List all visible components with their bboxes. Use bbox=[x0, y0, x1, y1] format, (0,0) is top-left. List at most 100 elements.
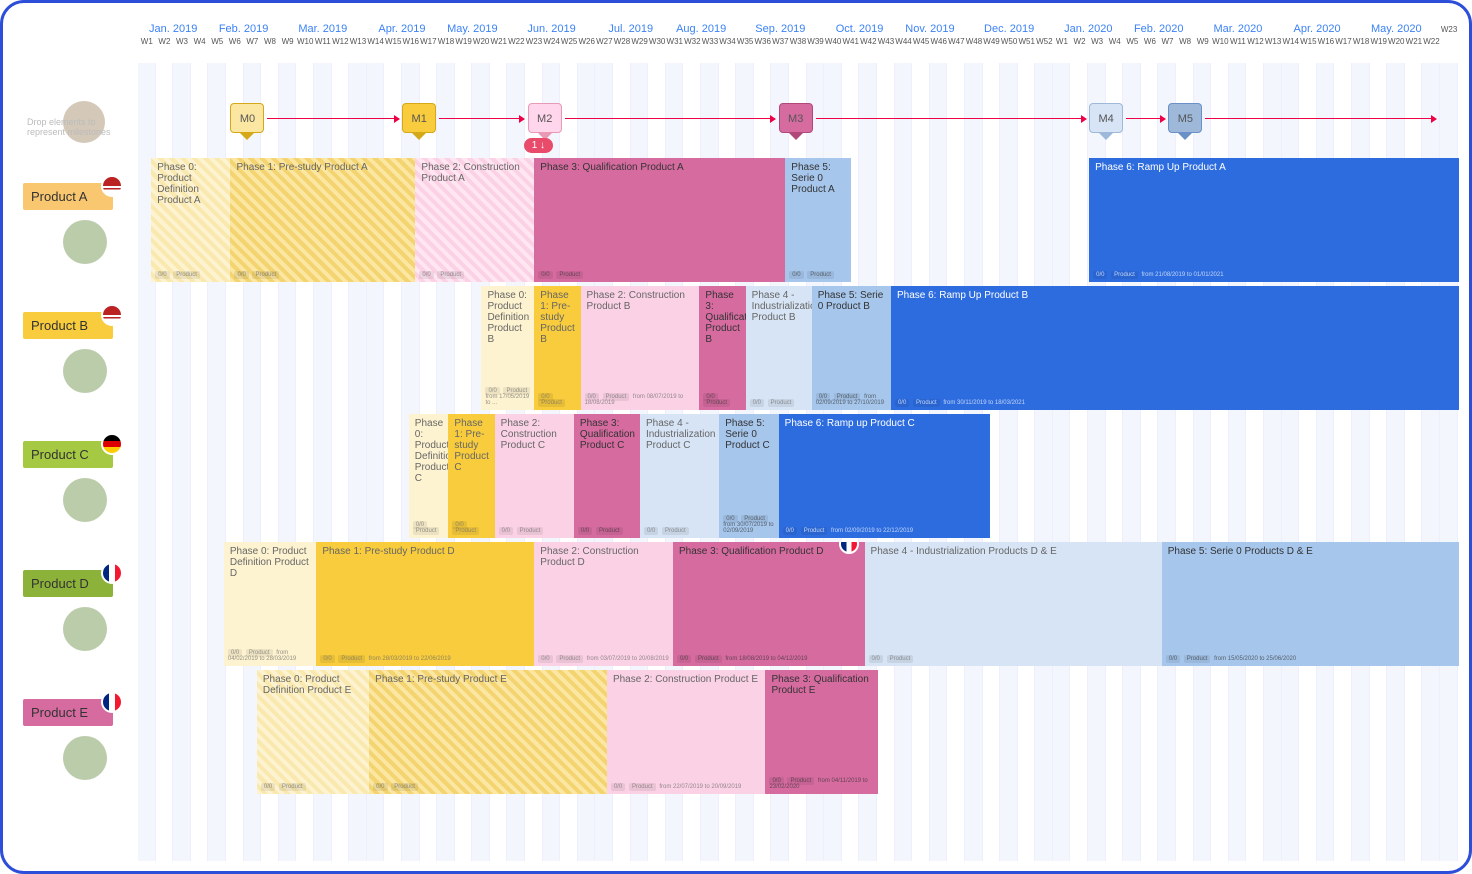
phase-block[interactable]: Phase 2: Construction Product D0/0 Produ… bbox=[534, 542, 673, 666]
owner-avatar[interactable] bbox=[63, 349, 107, 393]
week-label: W6 bbox=[1141, 37, 1159, 46]
phase-subline: 0/0 Product bbox=[419, 272, 466, 278]
owner-avatar[interactable] bbox=[63, 736, 107, 780]
phase-subline: 0/0 Product bbox=[413, 522, 449, 534]
phase-block[interactable]: Phase 1: Pre-study Product B0/0 Product bbox=[534, 286, 580, 410]
phase-block[interactable]: Phase 3: Qualification Product B0/0 Prod… bbox=[699, 286, 745, 410]
month-header[interactable]: Apr. 2019W14W15W16W17 bbox=[367, 23, 437, 68]
phase-block[interactable]: Phase 0: Product Definition Product C0/0… bbox=[409, 414, 449, 538]
month-header[interactable]: Apr. 2020W14W15W16W17 bbox=[1282, 23, 1352, 68]
phase-subline: 0/0 Product bbox=[703, 394, 745, 406]
phase-subline: 0/0 Product bbox=[869, 656, 916, 662]
phase-subline: 0/0 Product from 08/07/2019 to 18/08/201… bbox=[585, 394, 700, 406]
week-label: W36 bbox=[754, 37, 772, 46]
week-label: W20 bbox=[472, 37, 490, 46]
product-label-product-d[interactable]: Product D bbox=[23, 570, 113, 597]
phase-block[interactable]: Phase 1: Pre-study Product A0/0 Product bbox=[230, 158, 415, 282]
month-header[interactable]: Mar. 2019W9W10W11W12W13 bbox=[279, 23, 367, 68]
week-label: W21 bbox=[490, 37, 508, 46]
month-header[interactable]: Aug. 2019W31W32W33W34 bbox=[666, 23, 736, 68]
phase-block[interactable]: Phase 1: Pre-study Product D0/0 Product … bbox=[316, 542, 534, 666]
phase-block[interactable]: Phase 1: Pre-study Product E0/0 Product bbox=[369, 670, 607, 794]
milestone-m1[interactable]: M1 bbox=[402, 103, 436, 133]
week-label: W17 bbox=[1335, 37, 1353, 46]
month-header[interactable]: Sep. 2019W35W36W37W38W39 bbox=[736, 23, 824, 68]
week-label: W18 bbox=[1352, 37, 1370, 46]
month-header[interactable]: Feb. 2019W5W6W7W8 bbox=[208, 23, 278, 68]
phase-block[interactable]: Phase 6: Ramp up Product C0/0 Product fr… bbox=[779, 414, 990, 538]
milestone-m0[interactable]: M0 bbox=[230, 103, 264, 133]
week-label: W24 bbox=[543, 37, 561, 46]
phase-subline: 0/0 Product bbox=[373, 784, 420, 790]
phase-subline: 0/0 Product bbox=[578, 528, 625, 534]
week-label: W1 bbox=[138, 37, 156, 46]
month-header[interactable]: Jul. 2019W27W28W29W30 bbox=[596, 23, 666, 68]
sidebar: Drop elements to represent milestones Pr… bbox=[23, 93, 138, 828]
month-header[interactable]: Nov. 2019W44W45W46W47 bbox=[895, 23, 965, 68]
phase-block[interactable]: Phase 0: Product Definition Product D0/0… bbox=[224, 542, 316, 666]
phase-block[interactable]: Phase 3: Qualification Product A0/0 Prod… bbox=[534, 158, 785, 282]
month-header[interactable]: Jun. 2019W22W23W24W25W26 bbox=[508, 23, 596, 68]
phase-block[interactable]: Phase 0: Product Definition Product E0/0… bbox=[257, 670, 369, 794]
week-label: W25 bbox=[560, 37, 578, 46]
phase-block[interactable]: Phase 5: Serie 0 Products D & E0/0 Produ… bbox=[1162, 542, 1459, 666]
month-header[interactable]: Feb. 2020W5W6W7W8 bbox=[1124, 23, 1194, 68]
phase-block[interactable]: Phase 0: Product Definition Product A0/0… bbox=[151, 158, 230, 282]
owner-avatar[interactable] bbox=[63, 220, 107, 264]
phase-block[interactable]: Phase 4 - Industrialization Product C0/0… bbox=[640, 414, 719, 538]
swimlane-product-d: Phase 0: Product Definition Product D0/0… bbox=[138, 542, 1459, 670]
phase-block[interactable]: Phase 2: Construction Product E0/0 Produ… bbox=[607, 670, 766, 794]
gantt-app: Jan. 2019W1W2W3W4Feb. 2019W5W6W7W8Mar. 2… bbox=[0, 0, 1472, 874]
month-header[interactable]: Mar. 2020W9W10W11W12W13 bbox=[1194, 23, 1282, 68]
phase-block[interactable]: Phase 5: Serie 0 Product B0/0 Product fr… bbox=[812, 286, 891, 410]
month-header[interactable]: Dec. 2019W48W49W50W51W52 bbox=[965, 23, 1053, 68]
month-header[interactable]: W23 bbox=[1440, 23, 1458, 68]
week-label: W5 bbox=[208, 37, 226, 46]
phase-title: Phase 6: Ramp up Product C bbox=[785, 418, 984, 429]
phase-block[interactable]: Phase 3: Qualification Product D0/0 Prod… bbox=[673, 542, 865, 666]
phase-block[interactable]: Phase 1: Pre-study Product C0/0 Product bbox=[448, 414, 494, 538]
milestone-badge[interactable]: 1 ↓ bbox=[524, 138, 553, 153]
phase-block[interactable]: Phase 6: Ramp Up Product B0/0 Product fr… bbox=[891, 286, 1459, 410]
phase-title: Phase 3: Qualification Product C bbox=[580, 418, 634, 451]
month-header[interactable]: May. 2020W18W19W20W21W22 bbox=[1352, 23, 1440, 68]
week-label: W14 bbox=[367, 37, 385, 46]
phase-title: Phase 3: Qualification Product D bbox=[679, 546, 859, 557]
month-header[interactable]: Jan. 2019W1W2W3W4 bbox=[138, 23, 208, 68]
milestone-m3[interactable]: M3 bbox=[779, 103, 813, 133]
phase-block[interactable]: Phase 6: Ramp Up Product A0/0 Product fr… bbox=[1089, 158, 1459, 282]
phase-block[interactable]: Phase 2: Construction Product A0/0 Produ… bbox=[415, 158, 534, 282]
week-label: W35 bbox=[736, 37, 754, 46]
timeline-header: Jan. 2019W1W2W3W4Feb. 2019W5W6W7W8Mar. 2… bbox=[138, 23, 1459, 68]
month-header[interactable]: Oct. 2019W40W41W42W43 bbox=[824, 23, 894, 68]
month-header[interactable]: May. 2019W18W19W20W21 bbox=[437, 23, 507, 68]
milestone-m4[interactable]: M4 bbox=[1089, 103, 1123, 133]
owner-avatar[interactable] bbox=[63, 478, 107, 522]
phase-block[interactable]: Phase 5: Serie 0 Product C0/0 Product fr… bbox=[719, 414, 778, 538]
phase-block[interactable]: Phase 5: Serie 0 Product A0/0 Product bbox=[785, 158, 851, 282]
week-label: W12 bbox=[332, 37, 350, 46]
week-label: W23 bbox=[1440, 25, 1458, 34]
flag-icon bbox=[101, 433, 123, 455]
phase-title: Phase 1: Pre-study Product A bbox=[236, 162, 409, 173]
week-label: W18 bbox=[437, 37, 455, 46]
phase-block[interactable]: Phase 2: Construction Product C0/0 Produ… bbox=[495, 414, 574, 538]
phase-block[interactable]: Phase 4 - Industrialization Product B0/0… bbox=[746, 286, 812, 410]
week-label: W14 bbox=[1282, 37, 1300, 46]
phase-block[interactable]: Phase 3: Qualification Product E0/0 Prod… bbox=[765, 670, 877, 794]
month-header[interactable]: Jan. 2020W1W2W3W4 bbox=[1053, 23, 1123, 68]
phase-title: Phase 5: Serie 0 Product A bbox=[791, 162, 845, 195]
milestone-m2[interactable]: M2 bbox=[528, 103, 562, 133]
product-label-product-a[interactable]: Product A bbox=[23, 183, 113, 210]
phase-subline: 0/0 Product bbox=[538, 272, 585, 278]
phase-block[interactable]: Phase 3: Qualification Product C 0/0 Prod… bbox=[574, 414, 640, 538]
owner-avatar[interactable] bbox=[63, 607, 107, 651]
phase-block[interactable]: Phase 2: Construction Product B0/0 Produ… bbox=[581, 286, 700, 410]
phase-title: Phase 4 - Industrialization Products D &… bbox=[871, 546, 1156, 557]
product-label-product-c[interactable]: Product C bbox=[23, 441, 113, 468]
milestone-m5[interactable]: M5 bbox=[1168, 103, 1202, 133]
phase-block[interactable]: Phase 4 - Industrialization Products D &… bbox=[865, 542, 1162, 666]
product-label-product-b[interactable]: Product B bbox=[23, 312, 113, 339]
product-label-product-e[interactable]: Product E bbox=[23, 699, 113, 726]
phase-block[interactable]: Phase 0: Product Definition Product B0/0… bbox=[481, 286, 534, 410]
